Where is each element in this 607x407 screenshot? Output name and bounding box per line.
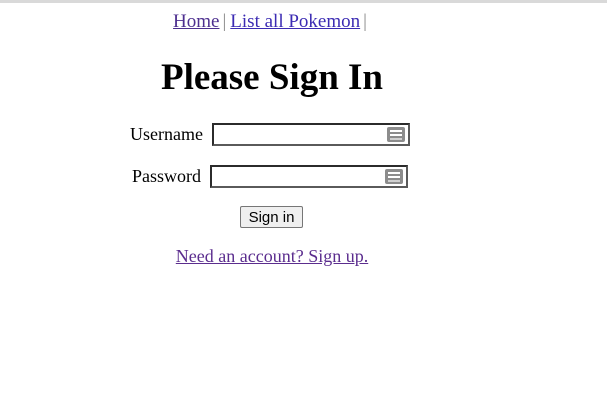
signup-prompt: Need an account? Sign up. <box>0 246 544 267</box>
list-all-pokemon-link[interactable]: List all Pokemon <box>230 11 360 32</box>
page-title: Please Sign In <box>160 57 384 98</box>
username-input[interactable] <box>213 127 390 146</box>
password-field-container <box>210 165 409 188</box>
top-navigation: Home | List all Pokemon | <box>0 11 544 33</box>
home-link[interactable]: Home <box>173 11 219 32</box>
password-manager-icon[interactable] <box>385 169 404 184</box>
username-row: Username <box>130 123 410 146</box>
username-field-container <box>211 123 410 146</box>
password-label: Password <box>132 166 202 186</box>
password-input[interactable] <box>212 169 389 188</box>
nav-trailing-separator: | <box>363 11 367 32</box>
username-label: Username <box>130 124 203 144</box>
top-divider <box>0 0 607 3</box>
sign-in-page: Home | List all Pokemon | Please Sign In Us… <box>0 0 607 407</box>
signup-link[interactable]: Need an account? Sign up. <box>176 246 368 266</box>
sign-in-button[interactable]: Sign in <box>240 206 303 228</box>
password-row: Password <box>132 165 409 188</box>
nav-separator: | <box>222 11 227 32</box>
password-manager-icon[interactable] <box>386 127 405 142</box>
